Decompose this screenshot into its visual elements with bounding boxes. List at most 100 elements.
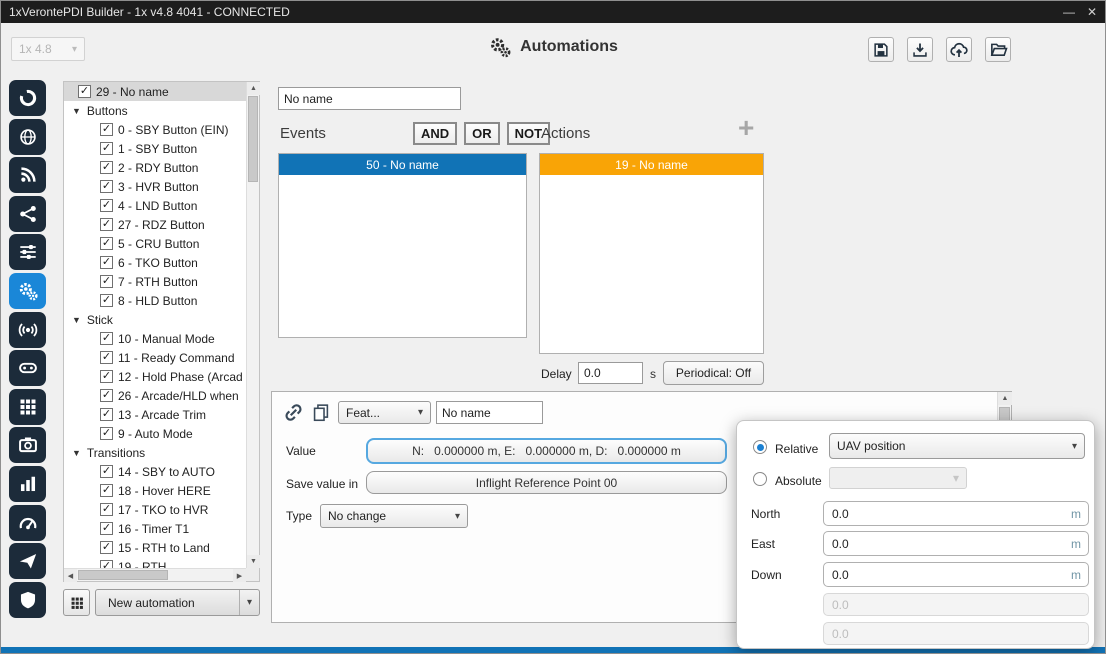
tree-group-stick[interactable]: ▼ Stick [64, 310, 246, 329]
scrollbar-thumb[interactable] [78, 570, 168, 580]
down-input[interactable] [823, 562, 1089, 587]
download-button[interactable] [907, 37, 933, 62]
tree-horizontal-scrollbar[interactable]: ◀ ▶ [64, 568, 246, 581]
checkbox-checked[interactable]: ✓ [100, 503, 113, 516]
automation-list-view-button[interactable] [63, 589, 90, 616]
title-bar[interactable]: 1xVerontePDI Builder - 1x v4.8 4041 - CO… [1, 1, 1105, 23]
sidebar-item-hil[interactable] [9, 505, 46, 541]
open-folder-button[interactable] [985, 37, 1011, 62]
scroll-up-arrow[interactable]: ▲ [247, 82, 260, 95]
tree-item[interactable]: ✓3 - HVR Button [64, 177, 246, 196]
sidebar-item-telemetry[interactable] [9, 157, 46, 193]
checkbox-checked[interactable]: ✓ [100, 465, 113, 478]
cloud-upload-button[interactable] [946, 37, 972, 62]
automation-name-input[interactable] [278, 87, 461, 110]
tree-item[interactable]: ✓13 - Arcade Trim [64, 405, 246, 424]
checkbox-checked[interactable]: ✓ [100, 427, 113, 440]
tree-item[interactable]: ✓10 - Manual Mode [64, 329, 246, 348]
sidebar-item-automations[interactable] [9, 273, 46, 309]
tree-item[interactable]: ✓9 - Auto Mode [64, 424, 246, 443]
collapse-arrow-icon[interactable]: ▼ [72, 448, 81, 458]
sidebar-item-antenna[interactable] [9, 312, 46, 348]
sidebar-item-safety[interactable] [9, 582, 46, 618]
periodical-toggle[interactable]: Periodical: Off [663, 361, 764, 385]
checkbox-checked[interactable]: ✓ [100, 389, 113, 402]
tree-item[interactable]: ✓1 - SBY Button [64, 139, 246, 158]
checkbox-checked[interactable]: ✓ [100, 408, 113, 421]
tree-item[interactable]: ✓7 - RTH Button [64, 272, 246, 291]
tree-item[interactable]: ✓2 - RDY Button [64, 158, 246, 177]
checkbox-checked[interactable]: ✓ [100, 218, 113, 231]
sidebar-item-fpv[interactable] [9, 350, 46, 386]
tree-item[interactable]: ✓27 - RDZ Button [64, 215, 246, 234]
copy-button[interactable] [308, 399, 334, 425]
scroll-down-arrow[interactable]: ▼ [247, 555, 260, 568]
tree-item[interactable]: ✓12 - Hold Phase (Arcad [64, 367, 246, 386]
checkbox-checked[interactable]: ✓ [100, 180, 113, 193]
add-action-button[interactable]: + [738, 114, 754, 142]
save-button[interactable] [868, 37, 894, 62]
tree-group-buttons[interactable]: ▼ Buttons [64, 101, 246, 120]
checkbox-checked[interactable]: ✓ [100, 370, 113, 383]
tree-item[interactable]: ✓19 - RTH [64, 557, 246, 568]
sidebar-item-flight[interactable] [9, 543, 46, 579]
relative-position-select[interactable]: UAV position ▾ [829, 433, 1085, 459]
sidebar-item-veronte[interactable] [9, 80, 46, 116]
checkbox-checked[interactable]: ✓ [100, 522, 113, 535]
checkbox-checked[interactable]: ✓ [100, 142, 113, 155]
tree-item[interactable]: ✓8 - HLD Button [64, 291, 246, 310]
feature-select[interactable]: Feat... ▾ [338, 401, 431, 424]
delay-input[interactable] [578, 362, 643, 384]
tree-item[interactable]: ✓17 - TKO to HVR [64, 500, 246, 519]
tree-item[interactable]: ✓26 - Arcade/HLD when [64, 386, 246, 405]
north-input[interactable] [823, 501, 1089, 526]
scroll-up-arrow[interactable]: ▲ [998, 392, 1012, 405]
tree-item[interactable]: ✓6 - TKO Button [64, 253, 246, 272]
sidebar-item-connections[interactable] [9, 196, 46, 232]
and-button[interactable]: AND [413, 122, 457, 145]
scroll-right-arrow[interactable]: ▶ [233, 569, 246, 582]
checkbox-checked[interactable]: ✓ [78, 85, 91, 98]
close-button[interactable]: ✕ [1087, 5, 1097, 19]
tree-item[interactable]: ✓18 - Hover HERE [64, 481, 246, 500]
tree-group-transitions[interactable]: ▼ Transitions [64, 443, 246, 462]
save-value-in-field[interactable]: Inflight Reference Point 00 [366, 471, 727, 494]
link-button[interactable] [280, 399, 306, 425]
checkbox-checked[interactable]: ✓ [100, 123, 113, 136]
east-input[interactable] [823, 531, 1089, 556]
sidebar-item-camera[interactable] [9, 427, 46, 463]
scroll-left-arrow[interactable]: ◀ [64, 569, 77, 582]
checkbox-checked[interactable]: ✓ [100, 237, 113, 250]
tree-item[interactable]: ✓4 - LND Button [64, 196, 246, 215]
or-button[interactable]: OR [464, 122, 500, 145]
action-name-input[interactable] [436, 401, 543, 424]
collapse-arrow-icon[interactable]: ▼ [72, 315, 81, 325]
checkbox-checked[interactable]: ✓ [100, 161, 113, 174]
type-select[interactable]: No change ▾ [320, 504, 468, 528]
new-automation-button[interactable]: New automation ▾ [95, 589, 260, 616]
checkbox-checked[interactable]: ✓ [100, 275, 113, 288]
checkbox-checked[interactable]: ✓ [100, 560, 113, 568]
sidebar-item-setup[interactable] [9, 234, 46, 270]
action-item[interactable]: 19 - No name [540, 154, 763, 175]
sidebar-item-devices[interactable] [9, 389, 46, 425]
tree-item[interactable]: ✓15 - RTH to Land [64, 538, 246, 557]
minimize-button[interactable]: — [1063, 5, 1075, 19]
checkbox-checked[interactable]: ✓ [100, 484, 113, 497]
checkbox-checked[interactable]: ✓ [100, 541, 113, 554]
value-field[interactable]: N: 0.000000 m, E: 0.000000 m, D: 0.00000… [366, 438, 727, 464]
tree-item[interactable]: ✓0 - SBY Button (EIN) [64, 120, 246, 139]
scrollbar-thumb[interactable] [248, 96, 258, 182]
tree-item[interactable]: ✓5 - CRU Button [64, 234, 246, 253]
chevron-down-icon[interactable]: ▾ [239, 590, 259, 615]
sidebar-item-world[interactable] [9, 119, 46, 155]
tree-item-selected[interactable]: ✓ 29 - No name [64, 82, 246, 101]
tree-item[interactable]: ✓14 - SBY to AUTO [64, 462, 246, 481]
collapse-arrow-icon[interactable]: ▼ [72, 106, 81, 116]
checkbox-checked[interactable]: ✓ [100, 256, 113, 269]
tree-item[interactable]: ✓16 - Timer T1 [64, 519, 246, 538]
sidebar-item-charts[interactable] [9, 466, 46, 502]
event-item[interactable]: 50 - No name [279, 154, 526, 175]
checkbox-checked[interactable]: ✓ [100, 332, 113, 345]
tree-vertical-scrollbar[interactable]: ▲ ▼ [246, 82, 259, 568]
